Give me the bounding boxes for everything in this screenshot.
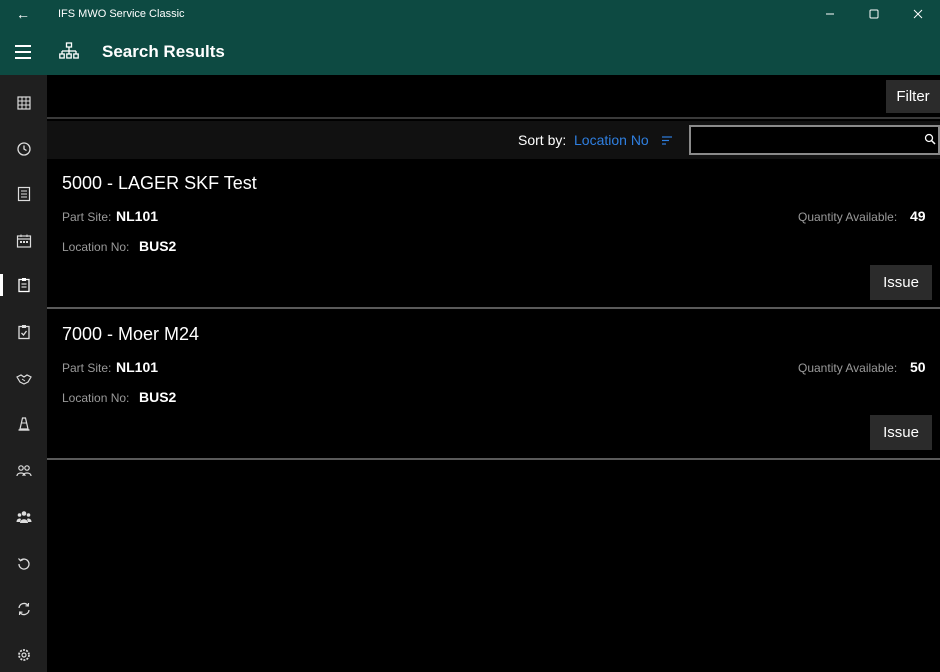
nav-item-grid[interactable] — [0, 88, 47, 118]
part-site-label: Part Site: — [62, 361, 112, 375]
quantity-label: Quantity Available: — [798, 210, 898, 224]
back-arrow-icon: ← — [16, 6, 30, 22]
menu-button[interactable] — [0, 28, 46, 75]
part-site-label: Part Site: — [62, 210, 112, 224]
history-icon — [17, 558, 30, 570]
maximize-icon — [869, 9, 879, 19]
quantity-value: 50 — [910, 359, 926, 375]
nav-item-clock[interactable] — [0, 134, 47, 164]
nav-item-sync[interactable] — [0, 594, 47, 624]
clock-icon — [16, 142, 31, 156]
result-card[interactable]: 7000 - Moer M24 Part Site: NL101 Locatio… — [47, 310, 940, 460]
window-title: IFS MWO Service Classic — [58, 8, 185, 20]
nav-item-people[interactable] — [0, 502, 47, 532]
settings-icon — [17, 649, 30, 661]
filter-button[interactable]: Filter — [886, 80, 940, 113]
search-icon[interactable] — [924, 133, 936, 145]
group-icon — [15, 465, 32, 477]
nav-item-clipboard[interactable] — [0, 270, 47, 300]
calendar-icon — [16, 234, 31, 248]
handshake-icon — [15, 374, 32, 385]
sync-icon — [17, 602, 30, 616]
nav-item-cone[interactable] — [0, 409, 47, 439]
main-content: Filter Sort by: Location No 5000 - LAGER… — [47, 75, 940, 672]
location-value: BUS2 — [139, 389, 177, 405]
title-bar: ← IFS MWO Service Classic — [0, 0, 940, 28]
close-button[interactable] — [896, 0, 940, 28]
issue-button[interactable]: Issue — [870, 265, 932, 300]
part-site-value: NL101 — [116, 208, 159, 224]
people-icon — [16, 511, 31, 523]
window-controls — [808, 0, 940, 28]
hierarchy-icon — [46, 41, 92, 62]
part-site-value: NL101 — [116, 359, 159, 375]
issue-button[interactable]: Issue — [870, 415, 932, 450]
sort-field-link[interactable]: Location No — [574, 132, 649, 148]
clipboard-check-icon — [17, 325, 30, 340]
location-label: Location No: — [62, 240, 130, 254]
app-header: Search Results — [0, 28, 940, 75]
sort-bar: Sort by: Location No — [47, 121, 940, 159]
nav-item-group[interactable] — [0, 456, 47, 486]
nav-item-list[interactable] — [0, 179, 47, 209]
result-card[interactable]: 5000 - LAGER SKF Test Part Site: NL101 L… — [47, 159, 940, 309]
close-icon — [913, 9, 923, 19]
minimize-icon — [826, 13, 834, 15]
grid-icon — [16, 96, 31, 110]
clipboard-icon — [17, 278, 30, 293]
quantity-label: Quantity Available: — [798, 361, 898, 375]
traffic-cone-icon — [18, 417, 29, 431]
list-icon — [17, 186, 30, 202]
minimize-button[interactable] — [808, 0, 852, 28]
nav-item-handshake[interactable] — [0, 364, 47, 394]
nav-item-calendar[interactable] — [0, 226, 47, 256]
result-title: 5000 - LAGER SKF Test — [62, 173, 257, 193]
hamburger-icon — [15, 43, 31, 61]
nav-item-history[interactable] — [0, 549, 47, 579]
nav-item-settings[interactable] — [0, 640, 47, 670]
result-title: 7000 - Moer M24 — [62, 324, 200, 344]
location-label: Location No: — [62, 391, 130, 405]
page-title: Search Results — [102, 41, 225, 61]
maximize-button[interactable] — [852, 0, 896, 28]
nav-item-clipboard-check[interactable] — [0, 317, 47, 347]
back-button[interactable]: ← — [0, 0, 46, 28]
location-value: BUS2 — [139, 238, 177, 254]
filter-bar: Filter — [47, 75, 940, 119]
nav-rail — [0, 75, 47, 672]
search-field[interactable] — [689, 125, 940, 155]
quantity-value: 49 — [910, 208, 926, 224]
sort-label: Sort by: — [518, 132, 567, 148]
sort-order-icon[interactable] — [661, 134, 673, 146]
search-input[interactable] — [695, 130, 915, 150]
